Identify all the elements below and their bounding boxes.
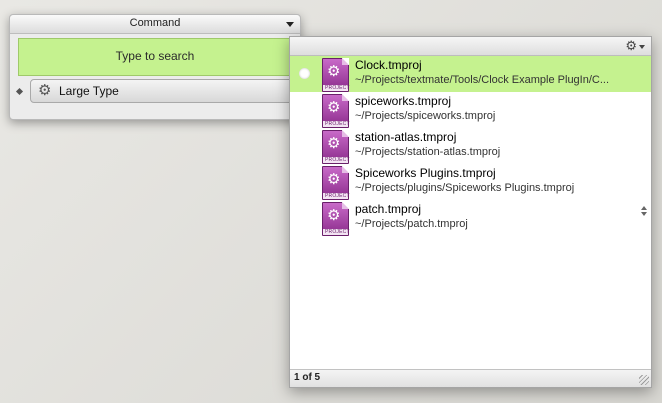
project-icon-label: PROJECT <box>325 85 350 91</box>
result-list: ⚙ PROJECT Clock.tmproj ~/Projects/textma… <box>290 56 651 236</box>
item-name: Spiceworks Plugins.tmproj <box>355 166 496 180</box>
item-name: Clock.tmproj <box>355 58 422 72</box>
command-panel: Command Type to search ⚙ Large Type <box>9 14 302 120</box>
scroll-down-icon[interactable] <box>641 212 647 216</box>
item-name: spiceworks.tmproj <box>355 94 452 108</box>
gear-icon[interactable]: ⚙ <box>625 37 637 55</box>
command-header[interactable]: Command <box>10 15 300 34</box>
command-title: Command <box>129 17 181 29</box>
item-path: ~/Projects/textmate/Tools/Clock Example … <box>355 74 610 86</box>
project-icon: ⚙ PROJECT <box>322 58 350 92</box>
results-panel: ⚙ ⚙ PROJECT Clock.tmproj ~/Projects/text… <box>289 36 652 388</box>
project-icon-label: PROJECT <box>325 229 350 235</box>
action-selector[interactable]: ⚙ Large Type <box>30 79 302 103</box>
list-item[interactable]: ⚙ PROJECT spiceworks.tmproj ~/Projects/s… <box>290 92 651 128</box>
item-name: station-atlas.tmproj <box>355 130 457 144</box>
project-icon: ⚙ PROJECT <box>322 94 350 128</box>
item-path: ~/Projects/plugins/Spiceworks Plugins.tm… <box>355 182 575 194</box>
project-icon-label: PROJECT <box>325 121 350 127</box>
result-count: 1 of 5 <box>294 372 321 383</box>
diamond-icon <box>15 87 24 96</box>
project-icon: ⚙ PROJECT <box>322 166 350 200</box>
item-path: ~/Projects/station-atlas.tmproj <box>355 146 501 158</box>
project-icon: ⚙ PROJECT <box>322 130 350 164</box>
selection-indicator <box>299 68 310 79</box>
list-item[interactable]: ⚙ PROJECT patch.tmproj ~/Projects/patch.… <box>290 200 651 236</box>
list-item[interactable]: ⚙ PROJECT Spiceworks Plugins.tmproj ~/Pr… <box>290 164 651 200</box>
results-toolbar: ⚙ <box>290 37 651 56</box>
list-item[interactable]: ⚙ PROJECT Clock.tmproj ~/Projects/textma… <box>290 56 651 92</box>
gear-icon: ⚙ <box>38 82 52 99</box>
item-name: patch.tmproj <box>355 202 422 216</box>
action-label: Large Type <box>59 84 119 98</box>
project-icon: ⚙ PROJECT <box>322 202 350 236</box>
chevron-down-icon[interactable] <box>286 22 294 27</box>
results-footer: 1 of 5 <box>290 369 651 387</box>
item-path: ~/Projects/spiceworks.tmproj <box>355 110 496 122</box>
project-icon-label: PROJECT <box>325 193 350 199</box>
search-input[interactable]: Type to search <box>18 38 292 76</box>
scroll-up-icon[interactable] <box>641 206 647 210</box>
chevron-down-icon[interactable] <box>639 45 645 49</box>
project-icon-label: PROJECT <box>325 157 350 163</box>
list-item[interactable]: ⚙ PROJECT station-atlas.tmproj ~/Project… <box>290 128 651 164</box>
item-path: ~/Projects/patch.tmproj <box>355 218 468 230</box>
search-placeholder: Type to search <box>115 49 195 63</box>
resize-handle[interactable] <box>639 375 649 385</box>
